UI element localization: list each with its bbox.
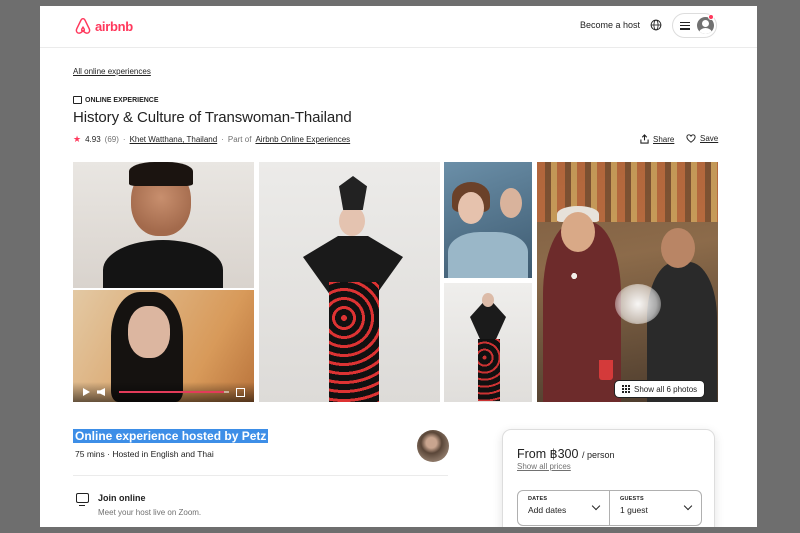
feature-subtitle: Meet your host live on Zoom. — [98, 508, 202, 517]
dates-value: Add dates — [528, 505, 567, 515]
guest-video-photo[interactable] — [73, 290, 254, 402]
screen-cast-icon — [76, 493, 89, 506]
location-link[interactable]: Khet Watthana, Thailand — [130, 135, 218, 144]
listing-meta: ★ 4.93 (69) · Khet Watthana, Thailand · … — [73, 134, 350, 145]
guests-label: GUESTS — [620, 496, 644, 502]
airbnb-logo-icon — [75, 17, 91, 34]
rating-value: 4.93 — [85, 135, 101, 144]
price-value: From ฿300 — [517, 447, 579, 461]
show-all-prices-link[interactable]: Show all prices — [517, 462, 571, 471]
grid-icon — [622, 385, 630, 393]
hosted-by-heading: Online experience hosted by Petz — [73, 429, 269, 443]
part-of-prefix: Part of — [227, 135, 252, 144]
logo-wordmark: airbnb — [95, 18, 133, 34]
guests-dropdown[interactable]: GUESTS 1 guest — [609, 491, 701, 525]
badge-label: ONLINE EXPERIENCE — [85, 96, 159, 104]
price: From ฿300 / person — [517, 446, 614, 461]
host-video-photo[interactable] — [73, 162, 254, 288]
heart-icon — [686, 134, 696, 143]
show-all-photos-button[interactable]: Show all 6 photos — [614, 380, 706, 398]
show-all-photos-label: Show all 6 photos — [634, 384, 698, 394]
dates-dropdown[interactable]: DATES Add dates — [518, 491, 609, 525]
fullscreen-icon[interactable] — [236, 388, 245, 397]
share-button[interactable]: Share — [640, 134, 674, 144]
fan-dress-photo[interactable] — [444, 283, 532, 402]
vintage-portrait-photo[interactable] — [444, 162, 532, 278]
all-experiences-link[interactable]: All online experiences — [73, 67, 151, 76]
star-icon: ★ — [73, 134, 82, 144]
share-label: Share — [653, 134, 675, 144]
duration-language: 75 mins · Hosted in English and Thai — [75, 449, 214, 459]
globe-icon[interactable] — [650, 19, 662, 31]
page-title: History & Culture of Transwoman-Thailand — [73, 109, 352, 126]
menu-icon — [680, 21, 690, 30]
experience-type-badge: ONLINE EXPERIENCE — [73, 96, 159, 104]
top-nav: airbnb Become a host — [40, 6, 757, 48]
online-experience-icon — [73, 96, 82, 104]
photo-gallery: Show all 6 photos — [73, 162, 718, 402]
review-count[interactable]: (69) — [105, 135, 119, 144]
airbnb-logo[interactable]: airbnb — [74, 16, 133, 36]
guests-value: 1 guest — [620, 505, 648, 515]
play-icon[interactable] — [83, 388, 90, 396]
become-host-link[interactable]: Become a host — [580, 20, 640, 30]
booking-picker: DATES Add dates GUESTS 1 guest — [517, 490, 702, 526]
share-icon — [640, 134, 649, 144]
host-avatar[interactable] — [417, 430, 449, 462]
gown-photo[interactable] — [259, 162, 440, 402]
divider — [73, 475, 448, 476]
price-unit: / person — [581, 450, 615, 460]
online-experiences-link[interactable]: Airbnb Online Experiences — [255, 135, 350, 144]
save-label: Save — [700, 134, 719, 143]
save-button[interactable]: Save — [686, 134, 718, 143]
meta-separator: · — [221, 135, 224, 144]
feature-title: Join online — [98, 493, 146, 503]
notification-dot — [708, 14, 714, 20]
dates-label: DATES — [528, 496, 548, 502]
meta-separator: · — [122, 135, 126, 144]
page: airbnb Become a host All online experien… — [40, 6, 757, 527]
booking-card: From ฿300 / person Show all prices DATES… — [502, 429, 715, 527]
market-scene-photo[interactable] — [537, 162, 718, 402]
video-progress-bar[interactable] — [119, 391, 229, 393]
